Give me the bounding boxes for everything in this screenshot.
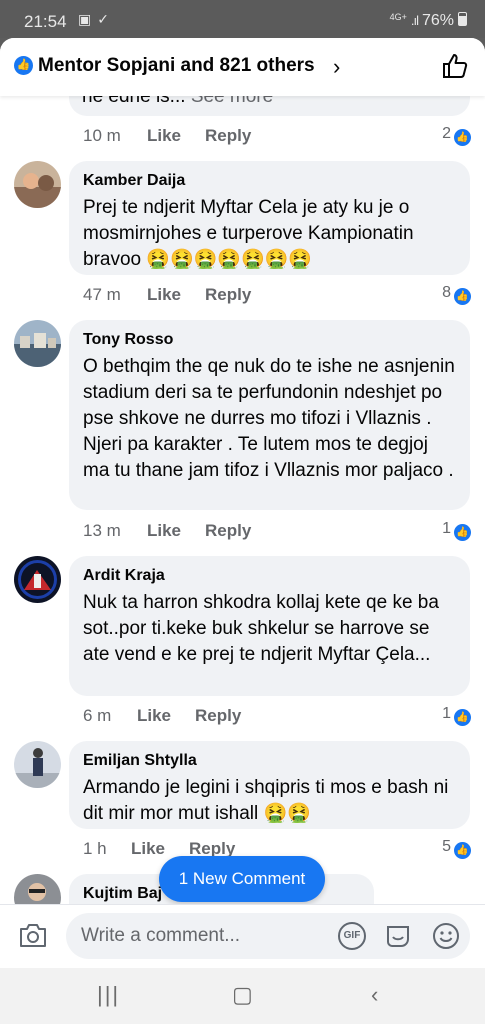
comment-bubble[interactable]: Kamber Daija Prej te ndjerit Myftar Cela… bbox=[69, 161, 470, 275]
comment-text: Armando je legini i shqipris ti mos e ba… bbox=[83, 777, 449, 824]
like-button[interactable]: Like bbox=[147, 126, 181, 146]
like-badge-icon: 👍 bbox=[454, 288, 471, 305]
system-nav-bar: ||| ▢ ‹ bbox=[0, 968, 485, 1024]
chevron-right-icon[interactable]: › bbox=[333, 54, 340, 80]
signal-icon: .ıl bbox=[410, 13, 419, 28]
comment-input-placeholder: Write a comment... bbox=[81, 925, 241, 946]
status-bar: 21:54 ▣✓ 4G+ .ıl 76% bbox=[0, 0, 485, 38]
like-count: 1 👍 bbox=[442, 705, 471, 726]
comment-composer: Write a comment... GIF bbox=[0, 904, 485, 968]
reply-button[interactable]: Reply bbox=[205, 126, 251, 146]
like-badge-icon: 👍 bbox=[454, 524, 471, 541]
like-button[interactable]: Like bbox=[147, 521, 181, 541]
notification-icons: ▣✓ bbox=[78, 11, 115, 27]
comment-time: 10 m bbox=[83, 126, 121, 145]
comment-author[interactable]: Ardit Kraja bbox=[83, 566, 456, 586]
reply-button[interactable]: Reply bbox=[205, 521, 251, 541]
comment-time: 13 m bbox=[83, 521, 121, 540]
back-icon[interactable]: ‹ bbox=[371, 982, 378, 1008]
reply-button[interactable]: Reply bbox=[195, 706, 241, 726]
comment-bubble[interactable]: Tony Rosso O bethqim the qe nuk do te is… bbox=[69, 320, 470, 510]
like-badge-icon: 👍 bbox=[454, 129, 471, 146]
reactions-header[interactable]: 👍 Mentor Sopjani and 821 others › bbox=[0, 38, 485, 96]
like-button[interactable]: Like bbox=[147, 285, 181, 305]
like-count: 2 👍 bbox=[442, 125, 471, 146]
comment-author[interactable]: Emiljan Shtylla bbox=[83, 751, 456, 771]
reactions-summary[interactable]: Mentor Sopjani and 821 others bbox=[38, 55, 315, 77]
new-comment-pill[interactable]: 1 New Comment bbox=[159, 856, 325, 902]
avatar[interactable] bbox=[14, 161, 61, 208]
like-count: 5 👍 bbox=[442, 838, 471, 859]
like-button[interactable]: Like bbox=[131, 839, 165, 859]
comment-text: O bethqim the qe nuk do te ishe ne asnje… bbox=[83, 356, 455, 481]
like-count: 1 👍 bbox=[442, 520, 471, 541]
home-icon[interactable]: ▢ bbox=[232, 982, 253, 1008]
sticker-icon[interactable] bbox=[384, 922, 412, 950]
camera-icon[interactable] bbox=[18, 921, 48, 949]
battery-level: 76% bbox=[421, 12, 454, 29]
status-right: 4G+ .ıl 76% bbox=[390, 12, 467, 30]
comment-input[interactable]: Write a comment... GIF bbox=[66, 913, 470, 959]
thumbs-up-icon[interactable] bbox=[441, 52, 469, 80]
network-type: 4G+ bbox=[389, 12, 407, 22]
comment-time: 1 h bbox=[83, 839, 107, 858]
emoji-icon[interactable] bbox=[432, 922, 460, 950]
recent-apps-icon[interactable]: ||| bbox=[97, 982, 120, 1008]
comments-sheet: ne edhe is... See more 10 m Like Reply 2… bbox=[0, 38, 485, 968]
avatar[interactable] bbox=[14, 320, 61, 367]
like-count: 8 👍 bbox=[442, 284, 471, 305]
like-badge-icon: 👍 bbox=[454, 842, 471, 859]
comment-bubble[interactable]: Emiljan Shtylla Armando je legini i shqi… bbox=[69, 741, 470, 829]
comment-time: 6 m bbox=[83, 706, 112, 725]
comment-bubble[interactable]: Ardit Kraja Nuk ta harron shkodra kollaj… bbox=[69, 556, 470, 696]
comment-author[interactable]: Kamber Daija bbox=[83, 171, 456, 191]
comment-text: Nuk ta harron shkodra kollaj kete qe ke … bbox=[83, 592, 439, 665]
avatar[interactable] bbox=[14, 556, 61, 603]
like-button[interactable]: Like bbox=[137, 706, 171, 726]
reply-button[interactable]: Reply bbox=[205, 285, 251, 305]
avatar[interactable] bbox=[14, 741, 61, 788]
gif-icon[interactable]: GIF bbox=[338, 922, 366, 950]
comment-text: Prej te ndjerit Myftar Cela je aty ku je… bbox=[83, 197, 414, 270]
comment-time: 47 m bbox=[83, 285, 121, 304]
like-reaction-icon: 👍 bbox=[14, 56, 33, 75]
battery-icon bbox=[458, 12, 467, 26]
like-badge-icon: 👍 bbox=[454, 709, 471, 726]
comment-author[interactable]: Tony Rosso bbox=[83, 330, 456, 350]
status-time: 21:54 bbox=[24, 12, 67, 31]
